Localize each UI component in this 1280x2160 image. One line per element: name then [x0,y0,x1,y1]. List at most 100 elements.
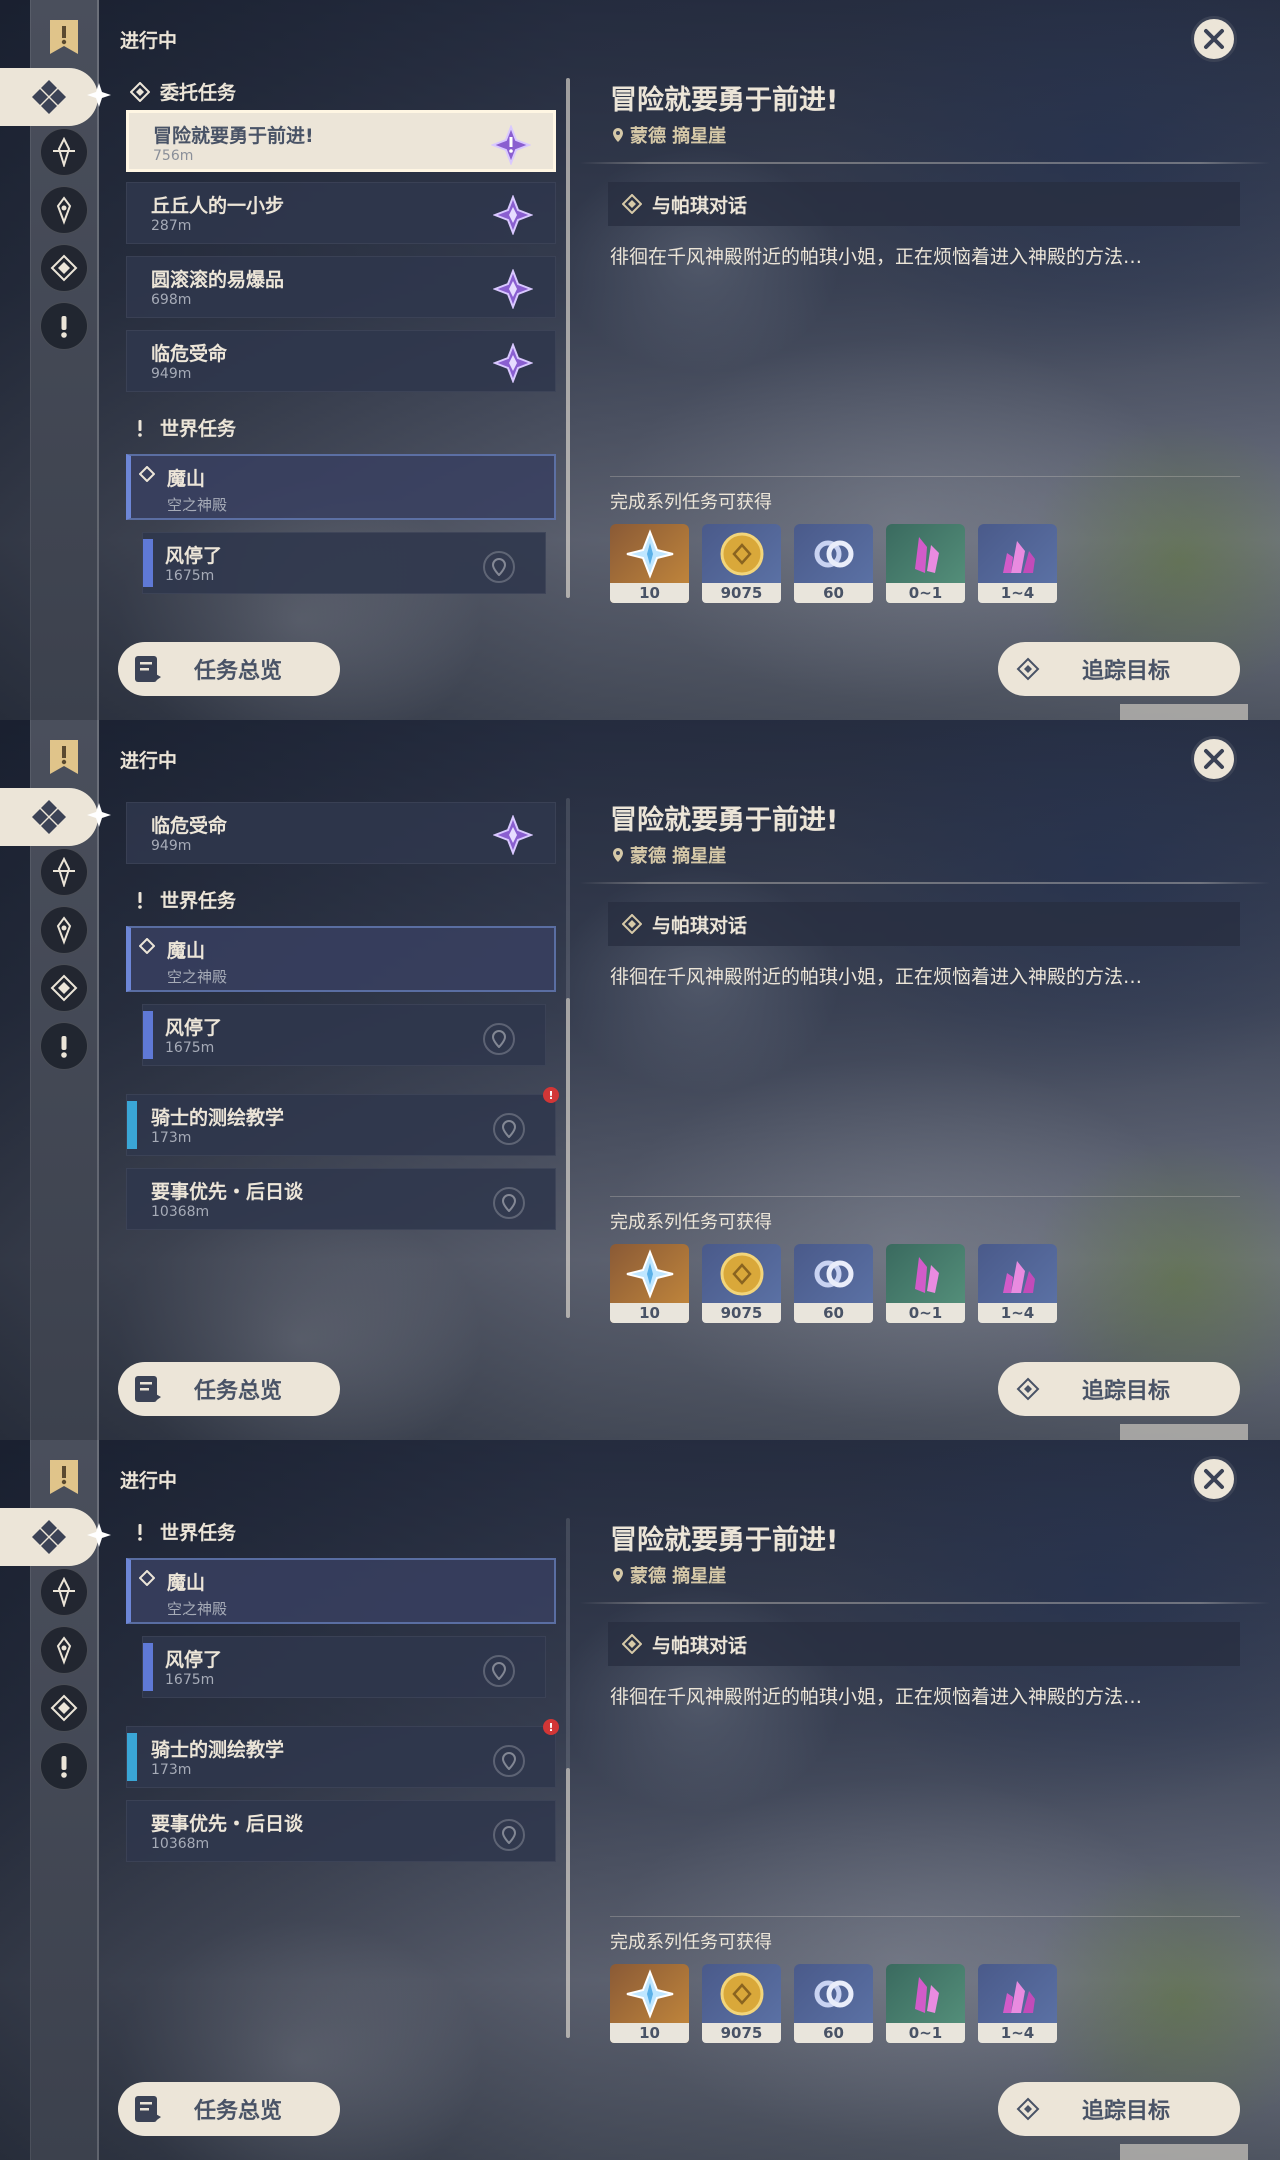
location-pin-icon [502,1194,516,1212]
divider [610,476,1240,477]
reward-adventure-exp[interactable]: 60 [794,1964,873,2043]
quest-subitem[interactable]: 风停了 1675m [142,1636,546,1698]
section-header-world: 世界任务 [130,1518,236,1545]
objective-diamond-icon [622,914,642,934]
track-objective-button[interactable]: 追踪目标 [998,642,1240,696]
list-scrollbar[interactable] [566,1518,570,2038]
close-button[interactable] [1191,736,1237,782]
reward-crystal[interactable]: 0~1 [886,1244,965,1323]
world-quest-diamond-icon[interactable] [40,1684,88,1732]
quest-title: 冒险就要勇于前进! [153,125,314,147]
list-scrollbar[interactable] [566,798,570,1318]
reward-primogem[interactable]: 10 [610,1244,689,1323]
quest-subitem[interactable]: 风停了 1675m [142,532,546,594]
reward-adventure-exp[interactable]: 60 [794,524,873,603]
quest-overview-button[interactable]: 任务总览 [118,642,340,696]
quest-banner-icon[interactable] [44,1456,84,1500]
exclamation-icon[interactable] [40,1022,88,1070]
quest-chapter[interactable]: 魔山 空之神殿 [126,1558,556,1624]
close-button[interactable] [1191,16,1237,62]
location-pin-button[interactable] [483,1023,515,1055]
location-pin-button[interactable] [493,1113,525,1145]
quest-item[interactable]: 要事优先・后日谈 10368m [126,1168,556,1230]
story-quest-icon[interactable] [40,906,88,954]
quest-item-world[interactable]: 骑士的测绘教学 173m ! [126,1087,559,1156]
scroll-thumb[interactable] [566,1768,570,2038]
crystal-icon [914,1256,939,1293]
divider [580,882,1270,884]
quest-list[interactable]: 世界任务 魔山 空之神殿 风停了 1675m 骑士的测绘教学 173m ! 要事… [120,1518,560,2038]
status-label: 进行中 [120,30,178,52]
reward-mora[interactable]: 9075 [702,1244,781,1323]
quest-item[interactable]: 临危受命 949m [126,330,556,392]
quest-chapter[interactable]: 魔山 空之神殿 [126,926,556,992]
quest-banner-icon[interactable] [44,736,84,780]
commission-tab-active[interactable] [0,788,111,846]
button-label: 追踪目标 [1082,659,1171,684]
quest-item[interactable]: 丘丘人的一小步 287m [126,182,556,244]
location-pin-button[interactable] [483,1655,515,1687]
quest-list[interactable]: 委托任务 冒险就要勇于前进! 756m 丘丘人的一小步 287m 圆滚滚的易爆品… [120,78,560,598]
reward-crystal-cluster[interactable]: 1~4 [978,1244,1057,1323]
location-pin-icon [613,848,623,862]
archon-quest-icon[interactable] [40,128,88,176]
location-pin-button[interactable] [483,551,515,583]
story-quest-icon[interactable] [40,186,88,234]
commission-tab-active[interactable] [0,68,111,126]
quest-list[interactable]: 临危受命 949m 世界任务 魔山 空之神殿 风停了 1675m 骑士的测绘教学… [120,798,560,1318]
commission-tab-icon [32,80,66,114]
track-objective-button[interactable]: 追踪目标 [998,2082,1240,2136]
scroll-thumb[interactable] [566,998,570,1318]
location-pin-icon [492,558,506,576]
story-quest-icon[interactable] [40,1626,88,1674]
quest-title: 风停了 [165,1649,223,1671]
reward-count: 1~4 [978,1303,1057,1323]
commission-tab-active[interactable] [0,1508,111,1566]
location-pin-button[interactable] [493,1819,525,1851]
exclamation-icon[interactable] [40,302,88,350]
quest-item-selected[interactable]: 冒险就要勇于前进! 756m [126,110,556,172]
reward-crystal-cluster[interactable]: 1~4 [978,1964,1057,2043]
quest-panel-2: 进行中 临危受命 949m 世界任务 魔山 空之神殿 风停了 1675m 骑士的… [0,720,1280,1440]
crystal-cluster-icon [1002,1980,1035,2013]
exclamation-icon[interactable] [40,1742,88,1790]
reward-crystal[interactable]: 0~1 [886,1964,965,2043]
reward-primogem[interactable]: 10 [610,524,689,603]
track-diamond-icon [1016,657,1040,681]
reward-adventure-exp[interactable]: 60 [794,1244,873,1323]
reward-crystal[interactable]: 0~1 [886,524,965,603]
quest-overview-button[interactable]: 任务总览 [118,1362,340,1416]
world-quest-diamond-icon[interactable] [40,244,88,292]
reward-count: 0~1 [886,1303,965,1323]
location-pin-icon [492,1662,506,1680]
quest-item[interactable]: 临危受命 949m [126,802,556,864]
track-icon-wrap [1012,653,1044,685]
quest-chapter[interactable]: 魔山 空之神殿 [126,454,556,520]
reward-mora[interactable]: 9075 [702,1964,781,2043]
list-scrollbar[interactable] [566,78,570,598]
quest-overview-button[interactable]: 任务总览 [118,2082,340,2136]
quest-subitem[interactable]: 风停了 1675m [142,1004,546,1066]
reward-primogem[interactable]: 10 [610,1964,689,2043]
commission-tab-icon [32,1520,66,1554]
world-quest-diamond-icon[interactable] [40,964,88,1012]
quest-banner-icon[interactable] [44,16,84,60]
quest-item[interactable]: 要事优先・后日谈 10368m [126,1800,556,1862]
quest-distance: 1675m [165,568,215,584]
divider [580,1602,1270,1604]
close-button[interactable] [1191,1456,1237,1502]
location-pin-button[interactable] [493,1187,525,1219]
quest-item-world[interactable]: 骑士的测绘教学 173m ! [126,1719,559,1788]
location-pin-icon [502,1826,516,1844]
archon-quest-icon[interactable] [40,1568,88,1616]
detail-title: 冒险就要勇于前进! [610,85,839,116]
scroll-thumb[interactable] [566,78,570,598]
track-objective-button[interactable]: 追踪目标 [998,1362,1240,1416]
archon-quest-icon[interactable] [40,848,88,896]
reward-crystal-cluster[interactable]: 1~4 [978,524,1057,603]
reward-mora[interactable]: 9075 [702,524,781,603]
location-pin-button[interactable] [493,1745,525,1777]
quest-distance: 949m [151,366,192,382]
section-title: 世界任务 [160,418,237,440]
quest-item[interactable]: 圆滚滚的易爆品 698m [126,256,556,318]
